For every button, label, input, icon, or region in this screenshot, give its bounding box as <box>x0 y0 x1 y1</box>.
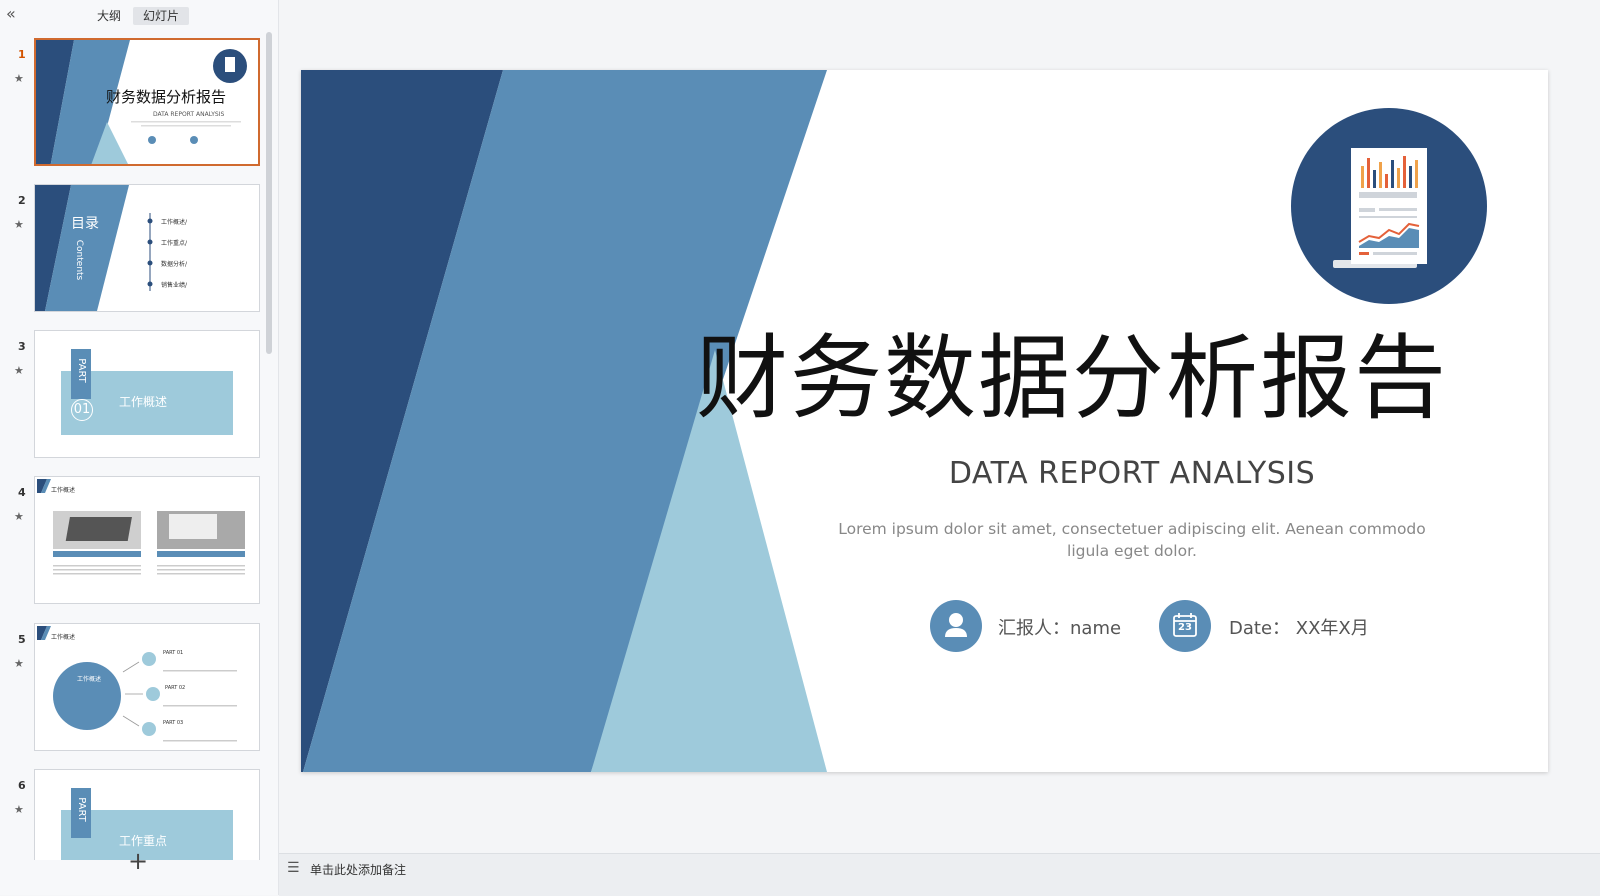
thumbnail-subtitle: DATA REPORT ANALYSIS <box>153 111 225 118</box>
thumbnail-background-shapes <box>35 185 153 311</box>
slide-subtitle[interactable]: DATA REPORT ANALYSIS <box>832 456 1432 491</box>
slide-thumbnail-panel: « 大纲 幻灯片 1 ★ 财务数据分析报告 DATA REPORT ANALYS… <box>0 0 279 895</box>
thumbnail-title: 财务数据分析报告 <box>106 88 227 106</box>
thumbnail-toc-item: 工作概述/ <box>161 219 188 226</box>
thumbnail-part: PART 01 <box>163 650 184 656</box>
thumbnail-frame[interactable]: 工作概述 工作概述 PART 01 PART 02 PART 03 <box>34 623 260 751</box>
thumbnail-number: 3 <box>18 340 26 353</box>
star-icon[interactable]: ★ <box>14 72 24 85</box>
reporter-text[interactable]: 汇报人：name <box>998 614 1121 640</box>
thumbnail-number: 1 <box>18 48 26 61</box>
thumbnail-circle-label: 工作概述 <box>77 676 102 683</box>
star-icon[interactable]: ★ <box>14 218 24 231</box>
thumbnail-item-2[interactable]: 2 ★ 目录 Contents 工作概述/ 工作重点/ 数据分析/ 销售业绩/ <box>0 184 268 314</box>
thumbnail-number: 6 <box>18 779 26 792</box>
thumbnail-frame[interactable]: 目录 Contents 工作概述/ 工作重点/ 数据分析/ 销售业绩/ <box>34 184 260 312</box>
thumbnail-background-shapes <box>37 626 237 742</box>
calendar-day: 23 <box>1178 622 1192 633</box>
thumbnail-number: 5 <box>18 633 26 646</box>
thumbnail-background-shapes <box>37 479 245 575</box>
notes-list-icon: ☰ <box>287 860 300 876</box>
main-slide[interactable]: 财务数据分析报告 DATA REPORT ANALYSIS Lorem ipsu… <box>301 70 1548 772</box>
thumbnail-item-3[interactable]: 3 ★ PART 01 工作概述 <box>0 330 268 460</box>
thumbnail-item-4[interactable]: 4 ★ 工作概述 <box>0 476 268 606</box>
panel-header: « 大纲 幻灯片 <box>0 0 278 30</box>
thumbnail-frame[interactable]: 财务数据分析报告 DATA REPORT ANALYSIS <box>34 38 260 166</box>
thumbnail-part: PART 02 <box>165 685 186 691</box>
thumbnail-scrollbar[interactable] <box>266 32 272 354</box>
thumbnail-frame[interactable]: 工作概述 <box>34 476 260 604</box>
thumbnail-toc-item: 工作重点/ <box>161 240 188 247</box>
slide-title[interactable]: 财务数据分析报告 <box>696 328 1446 429</box>
thumbnail-part-label: PART <box>75 797 87 822</box>
thumbnail-list: 1 ★ 财务数据分析报告 DATA REPORT ANALYSIS 2 ★ 目录… <box>0 30 278 860</box>
thumbnail-part: PART 03 <box>163 720 184 726</box>
thumbnail-item-5[interactable]: 5 ★ 工作概述 工作概述 PART 01 PART 02 PART 03 <box>0 623 268 753</box>
thumbnail-subtitle: Contents <box>74 239 85 281</box>
thumbnail-number: 2 <box>18 194 26 207</box>
thumbnail-part-number: 01 <box>71 399 93 421</box>
star-icon[interactable]: ★ <box>14 364 24 377</box>
date-text[interactable]: Date： XX年X月 <box>1229 614 1369 640</box>
thumbnail-toc-item: 数据分析/ <box>161 261 188 268</box>
notes-placeholder[interactable]: 单击此处添加备注 <box>310 861 406 878</box>
person-icon <box>945 613 967 637</box>
thumbnail-toc-item: 销售业绩/ <box>161 282 188 289</box>
star-icon[interactable]: ★ <box>14 510 24 523</box>
thumbnail-header: 工作概述 <box>51 487 76 494</box>
reporter-avatar <box>930 600 982 652</box>
star-icon[interactable]: ★ <box>14 803 24 816</box>
thumbnail-title: 工作概述 <box>119 395 168 409</box>
notes-bar[interactable]: ☰ 单击此处添加备注 <box>279 853 1600 896</box>
thumbnail-header: 工作概述 <box>51 634 76 641</box>
add-slide-icon[interactable]: + <box>128 848 148 874</box>
collapse-panel-icon[interactable]: « <box>6 4 16 23</box>
slide-description[interactable]: Lorem ipsum dolor sit amet, consectetuer… <box>832 518 1432 562</box>
date-badge: 23 <box>1159 600 1211 652</box>
thumbnail-part-label: PART <box>75 358 87 383</box>
thumbnail-number: 4 <box>18 486 26 499</box>
thumbnail-title: 目录 <box>71 216 99 232</box>
tab-slides[interactable]: 幻灯片 <box>133 7 190 25</box>
thumbnail-item-1[interactable]: 1 ★ 财务数据分析报告 DATA REPORT ANALYSIS <box>0 38 268 168</box>
thumbnail-frame[interactable]: PART 01 工作概述 <box>34 330 260 458</box>
tab-outline[interactable]: 大纲 <box>87 7 131 25</box>
star-icon[interactable]: ★ <box>14 657 24 670</box>
